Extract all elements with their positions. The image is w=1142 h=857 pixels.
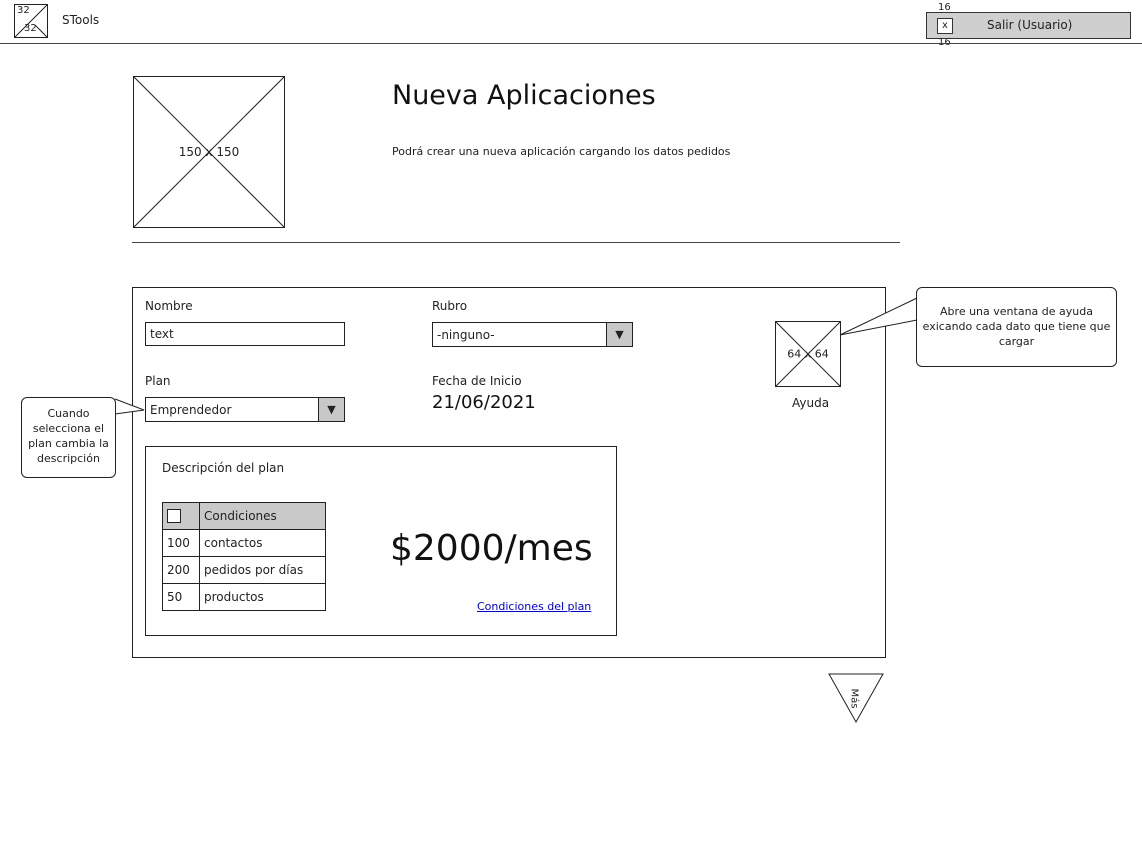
row-desc: pedidos por días xyxy=(199,556,326,584)
page-title: Nueva Aplicaciones xyxy=(392,80,656,111)
page-subtitle: Podrá crear una nueva aplicación cargand… xyxy=(392,145,731,158)
header-divider xyxy=(132,242,900,243)
plan-callout: Cuando selecciona el plan cambia la desc… xyxy=(21,397,116,478)
plan-label: Plan xyxy=(145,374,171,388)
help-callout: Abre una ventana de ayuda exicando cada … xyxy=(916,287,1117,367)
select-all-checkbox[interactable] xyxy=(167,509,181,524)
conditions-header: Condiciones xyxy=(199,502,326,530)
table-row: 200 pedidos por días xyxy=(162,556,326,584)
more-button[interactable]: Más xyxy=(828,673,884,723)
conditions-table: Condiciones 100 contactos 200 pedidos po… xyxy=(162,502,326,611)
help-image-label: 64 x 64 xyxy=(787,347,829,361)
header-image-placeholder: 150 x 150 xyxy=(133,76,285,228)
rubro-select[interactable]: -ninguno- ▼ xyxy=(432,322,633,347)
chevron-down-icon[interactable]: ▼ xyxy=(318,398,344,421)
nombre-label: Nombre xyxy=(145,299,193,313)
row-num: 50 xyxy=(162,583,200,611)
row-num: 100 xyxy=(162,529,200,557)
row-num: 200 xyxy=(162,556,200,584)
row-desc: productos xyxy=(199,583,326,611)
plan-price: $2000/mes xyxy=(390,528,593,569)
logout-button[interactable]: x Salir (Usuario) xyxy=(926,12,1131,39)
close-icon: x xyxy=(937,18,953,34)
fecha-label: Fecha de Inicio xyxy=(432,374,522,388)
chevron-down-icon[interactable]: ▼ xyxy=(606,323,632,346)
plan-description-title: Descripción del plan xyxy=(162,461,285,475)
more-label: Más xyxy=(848,688,860,709)
row-desc: contactos xyxy=(199,529,326,557)
rubro-label: Rubro xyxy=(432,299,468,313)
header-image-label: 150 x 150 xyxy=(178,145,240,159)
logo-size-top: 32 xyxy=(17,5,30,16)
topbar-divider xyxy=(0,43,1142,44)
table-header-row: Condiciones xyxy=(162,502,326,530)
rubro-select-value: -ninguno- xyxy=(437,328,495,342)
table-row: 100 contactos xyxy=(162,529,326,557)
plan-select-value: Emprendedor xyxy=(150,403,232,417)
logout-label: Salir (Usuario) xyxy=(987,18,1073,32)
app-logo: 32 32 xyxy=(14,4,48,38)
plan-select[interactable]: Emprendedor ▼ xyxy=(145,397,345,422)
plan-callout-pointer xyxy=(114,398,145,415)
plan-conditions-link[interactable]: Condiciones del plan xyxy=(477,600,591,613)
help-label: Ayuda xyxy=(792,396,830,410)
help-icon[interactable]: 64 x 64 xyxy=(775,321,841,387)
nombre-input[interactable]: text xyxy=(145,322,345,346)
app-name: STools xyxy=(62,13,100,27)
table-row: 50 productos xyxy=(162,583,326,611)
fecha-value[interactable]: 21/06/2021 xyxy=(432,392,536,413)
help-callout-pointer xyxy=(839,297,918,336)
logo-size-bottom: 32 xyxy=(24,23,37,34)
select-all-cell[interactable] xyxy=(162,502,200,530)
